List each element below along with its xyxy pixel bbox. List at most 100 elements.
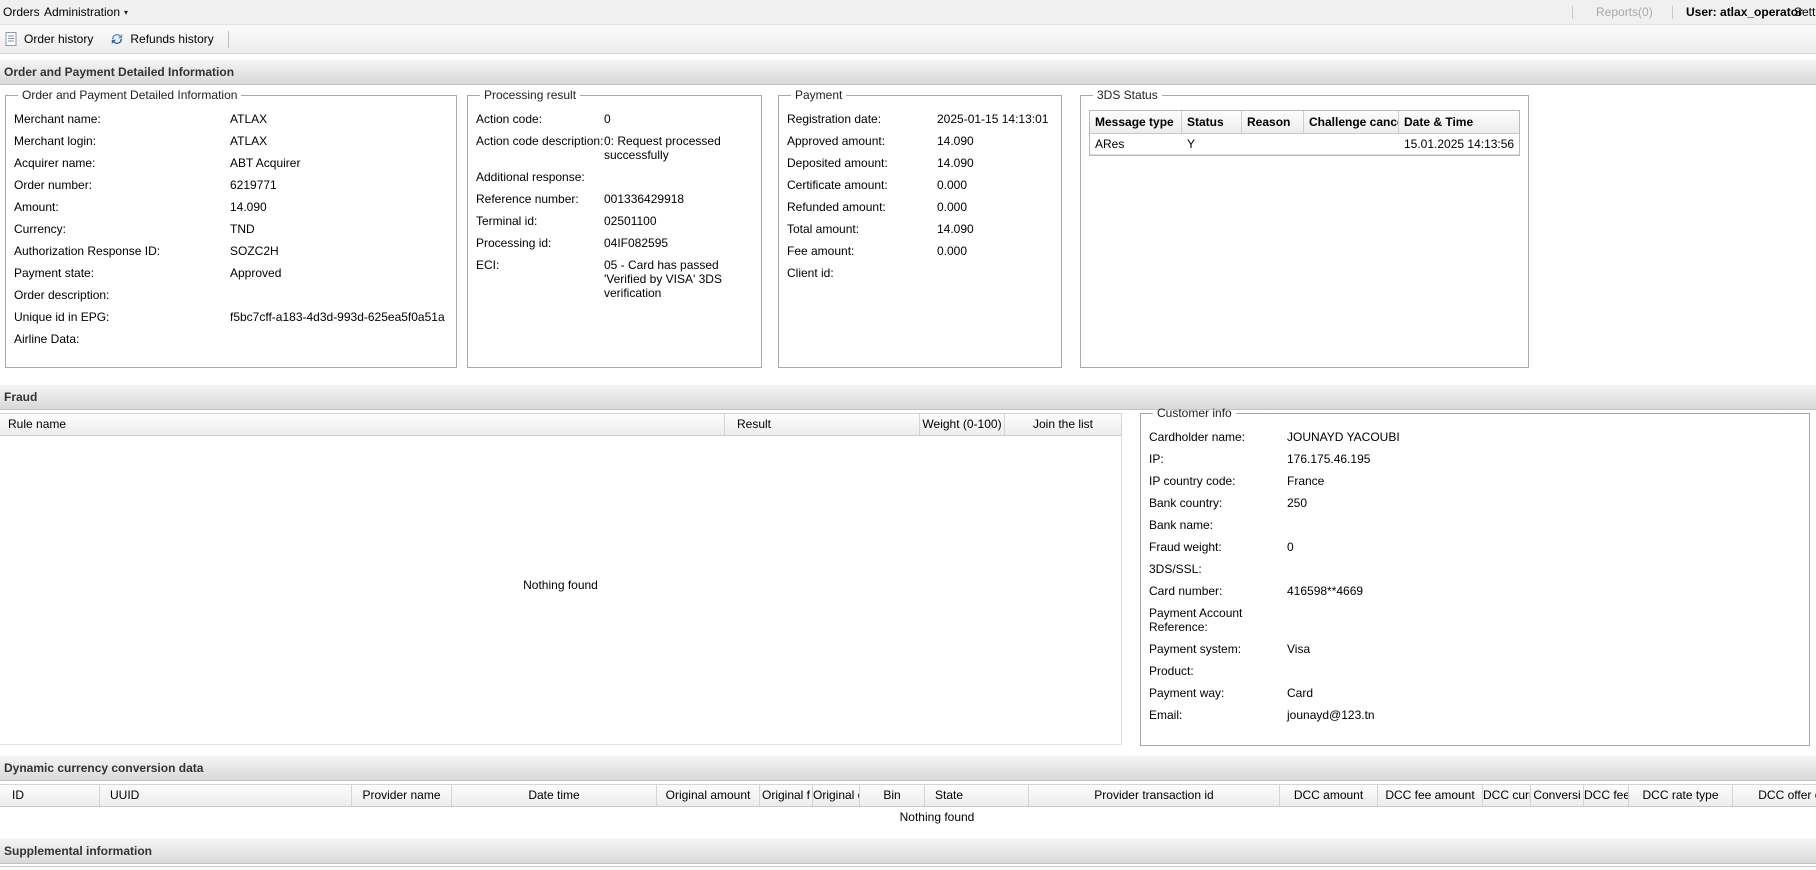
field-row: Merchant login: ATLAX [14,134,448,148]
field-row: IP country code: France [1149,474,1801,488]
section-header-dcc: Dynamic currency conversion data [0,755,1816,781]
dcc-table-header: ID UUID Provider name Date time Original… [0,784,1816,807]
field-row: Approved amount: 14.090 [787,134,1053,148]
field-value [230,332,448,346]
field-value: 02501100 [604,214,753,228]
field-row: Refunded amount: 0.000 [787,200,1053,214]
field-row: Client id: [787,266,1053,280]
field-label: Fee amount: [787,244,937,258]
threeds-table: Message type Status Reason Challenge can… [1089,110,1520,156]
field-row: Order number: 6219771 [14,178,448,192]
field-value: 0.000 [937,244,1053,258]
dcc-column-header: DCC curr [1483,785,1531,806]
field-value: f5bc7cff-a183-4d3d-993d-625ea5f0a51a [230,310,448,324]
dcc-column-header: Provider name [352,785,452,806]
field-row: Action code description: 0: Request proc… [476,134,753,162]
field-label: Payment Account Reference: [1149,606,1287,634]
dcc-column-header: Provider transaction id [1029,785,1280,806]
payment-legend: Payment [791,88,846,102]
field-row: Currency: TND [14,222,448,236]
order-history-button[interactable]: Order history [0,27,101,51]
dcc-column-header: State [925,785,1029,806]
dcc-column-header: Conversi [1531,785,1584,806]
dcc-column-header: Date time [452,785,657,806]
threeds-status-legend: 3DS Status [1093,88,1162,102]
field-label: Terminal id: [476,214,604,228]
menu-item-orders[interactable]: Orders [3,0,40,25]
field-label: IP: [1149,452,1287,466]
chevron-down-icon: ▾ [124,8,128,17]
processing-result-panel: Processing result Action code: 0 Action … [467,88,762,368]
threeds-column-header: Challenge cancel [1304,111,1399,133]
app-window: Orders Administration▾ Reports(0) User: … [0,0,1816,870]
field-value [1287,664,1801,678]
field-row: Deposited amount: 14.090 [787,156,1053,170]
threeds-table-cell: Y [1182,134,1242,154]
field-value: JOUNAYD YACOUBI [1287,430,1801,444]
field-row: Registration date: 2025-01-15 14:13:01 [787,112,1053,126]
field-label: Cardholder name: [1149,430,1287,444]
settings-link[interactable]: Settings [1794,0,1816,25]
field-label: Client id: [787,266,937,280]
field-label: Merchant login: [14,134,230,148]
section-header-supplemental: Supplemental information [0,838,1816,864]
field-value [1287,606,1801,634]
threeds-column-header: Date & Time [1399,111,1519,133]
field-row: Card number: 416598**4669 [1149,584,1801,598]
field-value: SOZC2H [230,244,448,258]
field-row: Additional response: [476,170,753,184]
field-row: Terminal id: 02501100 [476,214,753,228]
field-value: 0 [604,112,753,126]
dcc-column-header: Bin [860,785,925,806]
field-label: Acquirer name: [14,156,230,170]
field-label: Fraud weight: [1149,540,1287,554]
customer-info-legend: Customer info [1153,406,1236,420]
field-label: Action code description: [476,134,604,162]
menu-bar: Orders Administration▾ Reports(0) User: … [0,0,1816,25]
field-value: 0.000 [937,178,1053,192]
field-row: Amount: 14.090 [14,200,448,214]
field-row: Certificate amount: 0.000 [787,178,1053,192]
order-history-label: Order history [24,32,93,46]
field-row: Payment Account Reference: [1149,606,1801,634]
field-label: Card number: [1149,584,1287,598]
field-value [230,288,448,302]
threeds-table-cell: 15.01.2025 14:13:56 [1399,134,1519,154]
fraud-column-header: Rule name [0,414,725,435]
threeds-table-cell: ARes [1090,134,1182,154]
dcc-column-header: DCC fee [1584,785,1629,806]
field-row: Merchant name: ATLAX [14,112,448,126]
field-label: Certificate amount: [787,178,937,192]
dcc-column-header: Original amount [657,785,760,806]
field-label: Email: [1149,708,1287,722]
dcc-column-header: DCC amount [1280,785,1378,806]
field-value: Card [1287,686,1801,700]
menu-item-administration[interactable]: Administration▾ [44,0,128,25]
fraud-table-body: Nothing found [0,436,1122,745]
threeds-status-panel: 3DS Status Message type Status Reason Ch… [1080,88,1529,368]
field-value: ATLAX [230,134,448,148]
field-label: Total amount: [787,222,937,236]
field-value: 0 [1287,540,1801,554]
field-value: 416598**4669 [1287,584,1801,598]
field-label: Bank name: [1149,518,1287,532]
field-value: 14.090 [937,222,1053,236]
dcc-column-header: Original c [813,785,860,806]
field-row: Acquirer name: ABT Acquirer [14,156,448,170]
dcc-column-header: Original f [760,785,813,806]
field-value: 6219771 [230,178,448,192]
field-label: ECI: [476,258,604,300]
field-row: Product: [1149,664,1801,678]
field-row: Payment system: Visa [1149,642,1801,656]
document-icon [3,31,19,47]
refunds-history-button[interactable]: Refunds history [101,27,221,51]
field-value: 0: Request processed successfully [604,134,753,162]
field-label: 3DS/SSL: [1149,562,1287,576]
field-value: Visa [1287,642,1801,656]
field-row: Bank name: [1149,518,1801,532]
threeds-table-cell [1304,134,1399,154]
field-label: Processing id: [476,236,604,250]
field-label: Product: [1149,664,1287,678]
reports-link[interactable]: Reports(0) [1596,0,1653,25]
menu-separator [1572,6,1573,19]
